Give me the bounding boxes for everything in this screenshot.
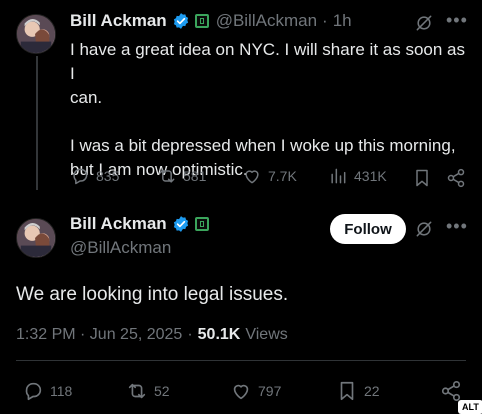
avatar-image bbox=[17, 219, 55, 257]
reply-text-line: I have a great idea on NYC. I will share… bbox=[70, 40, 465, 83]
views-label: Views bbox=[245, 326, 288, 343]
reply-text-line: I was a bit depressed when I woke up thi… bbox=[70, 136, 456, 155]
bookmark-icon bbox=[340, 381, 354, 401]
share-button[interactable] bbox=[446, 168, 466, 193]
main-actions: 118 52 797 22 bbox=[22, 380, 462, 406]
like-button[interactable]: 797 bbox=[230, 380, 281, 402]
repost-count: 52 bbox=[154, 383, 170, 399]
alt-text-badge[interactable]: ALT bbox=[458, 400, 482, 414]
grok-icon[interactable] bbox=[414, 219, 434, 244]
divider bbox=[16, 360, 466, 361]
repost-button[interactable]: 52 bbox=[126, 380, 170, 402]
reply-icon bbox=[25, 382, 42, 401]
repost-button[interactable]: 581 bbox=[157, 166, 206, 186]
like-count: 797 bbox=[258, 383, 282, 399]
handle[interactable]: @BillAckman bbox=[70, 238, 171, 258]
verified-icon bbox=[173, 216, 188, 232]
grok-icon[interactable] bbox=[414, 13, 434, 38]
heart-icon bbox=[245, 170, 259, 184]
affiliation-badge-icon bbox=[194, 14, 209, 28]
bookmark-icon bbox=[416, 169, 428, 187]
reply-count: 118 bbox=[50, 383, 73, 399]
reply-count: 835 bbox=[96, 168, 120, 184]
time-ago[interactable]: 1h bbox=[333, 11, 352, 31]
like-button[interactable]: 7.7K bbox=[242, 166, 297, 186]
author-name[interactable]: Bill Ackman bbox=[70, 214, 167, 234]
handle[interactable]: @BillAckman bbox=[216, 11, 317, 31]
author-name[interactable]: Bill Ackman bbox=[70, 11, 167, 31]
bookmark-button[interactable] bbox=[412, 168, 432, 193]
follow-button[interactable]: Follow bbox=[330, 214, 406, 244]
reply-text: I have a great idea on NYC. I will share… bbox=[70, 38, 470, 182]
views-total: 50.1K bbox=[197, 326, 241, 343]
separator-dot: · bbox=[187, 326, 193, 343]
reply-button[interactable]: 118 bbox=[22, 380, 72, 402]
views-button[interactable]: 431K bbox=[328, 166, 387, 186]
avatar-image bbox=[17, 15, 55, 53]
reply-header: Bill Ackman @BillAckman · 1h bbox=[70, 11, 352, 31]
more-options-icon[interactable]: ••• bbox=[446, 216, 468, 237]
repost-icon bbox=[128, 383, 146, 399]
heart-icon bbox=[233, 384, 249, 400]
reply-button[interactable]: 835 bbox=[70, 166, 119, 186]
reply-actions: 835 581 7.7K 431K bbox=[70, 166, 470, 190]
verified-icon bbox=[173, 13, 188, 29]
affiliation-badge-icon bbox=[194, 217, 209, 231]
bookmark-count: 22 bbox=[364, 383, 380, 399]
repost-icon bbox=[159, 169, 175, 183]
avatar[interactable] bbox=[16, 14, 56, 54]
tweet-meta: 1:32 PM · Jun 25, 2025 · 50.1K Views bbox=[16, 326, 288, 344]
timestamp[interactable]: 1:32 PM · Jun 25, 2025 bbox=[16, 326, 182, 344]
views-count: 431K bbox=[354, 168, 387, 184]
more-options-icon[interactable]: ••• bbox=[446, 10, 468, 31]
main-header: Bill Ackman bbox=[70, 214, 209, 234]
separator-dot: · bbox=[322, 11, 328, 30]
views-icon bbox=[331, 168, 346, 184]
repost-count: 581 bbox=[183, 168, 207, 184]
like-count: 7.7K bbox=[268, 168, 297, 184]
share-icon bbox=[441, 381, 461, 401]
main-tweet-text: We are looking into legal issues. bbox=[16, 284, 289, 305]
thread-line bbox=[36, 56, 38, 190]
reply-text-line: can. bbox=[70, 88, 103, 107]
avatar[interactable] bbox=[16, 218, 56, 258]
share-icon bbox=[447, 168, 465, 188]
bookmark-button[interactable]: 22 bbox=[336, 380, 380, 402]
reply-icon bbox=[73, 168, 88, 185]
